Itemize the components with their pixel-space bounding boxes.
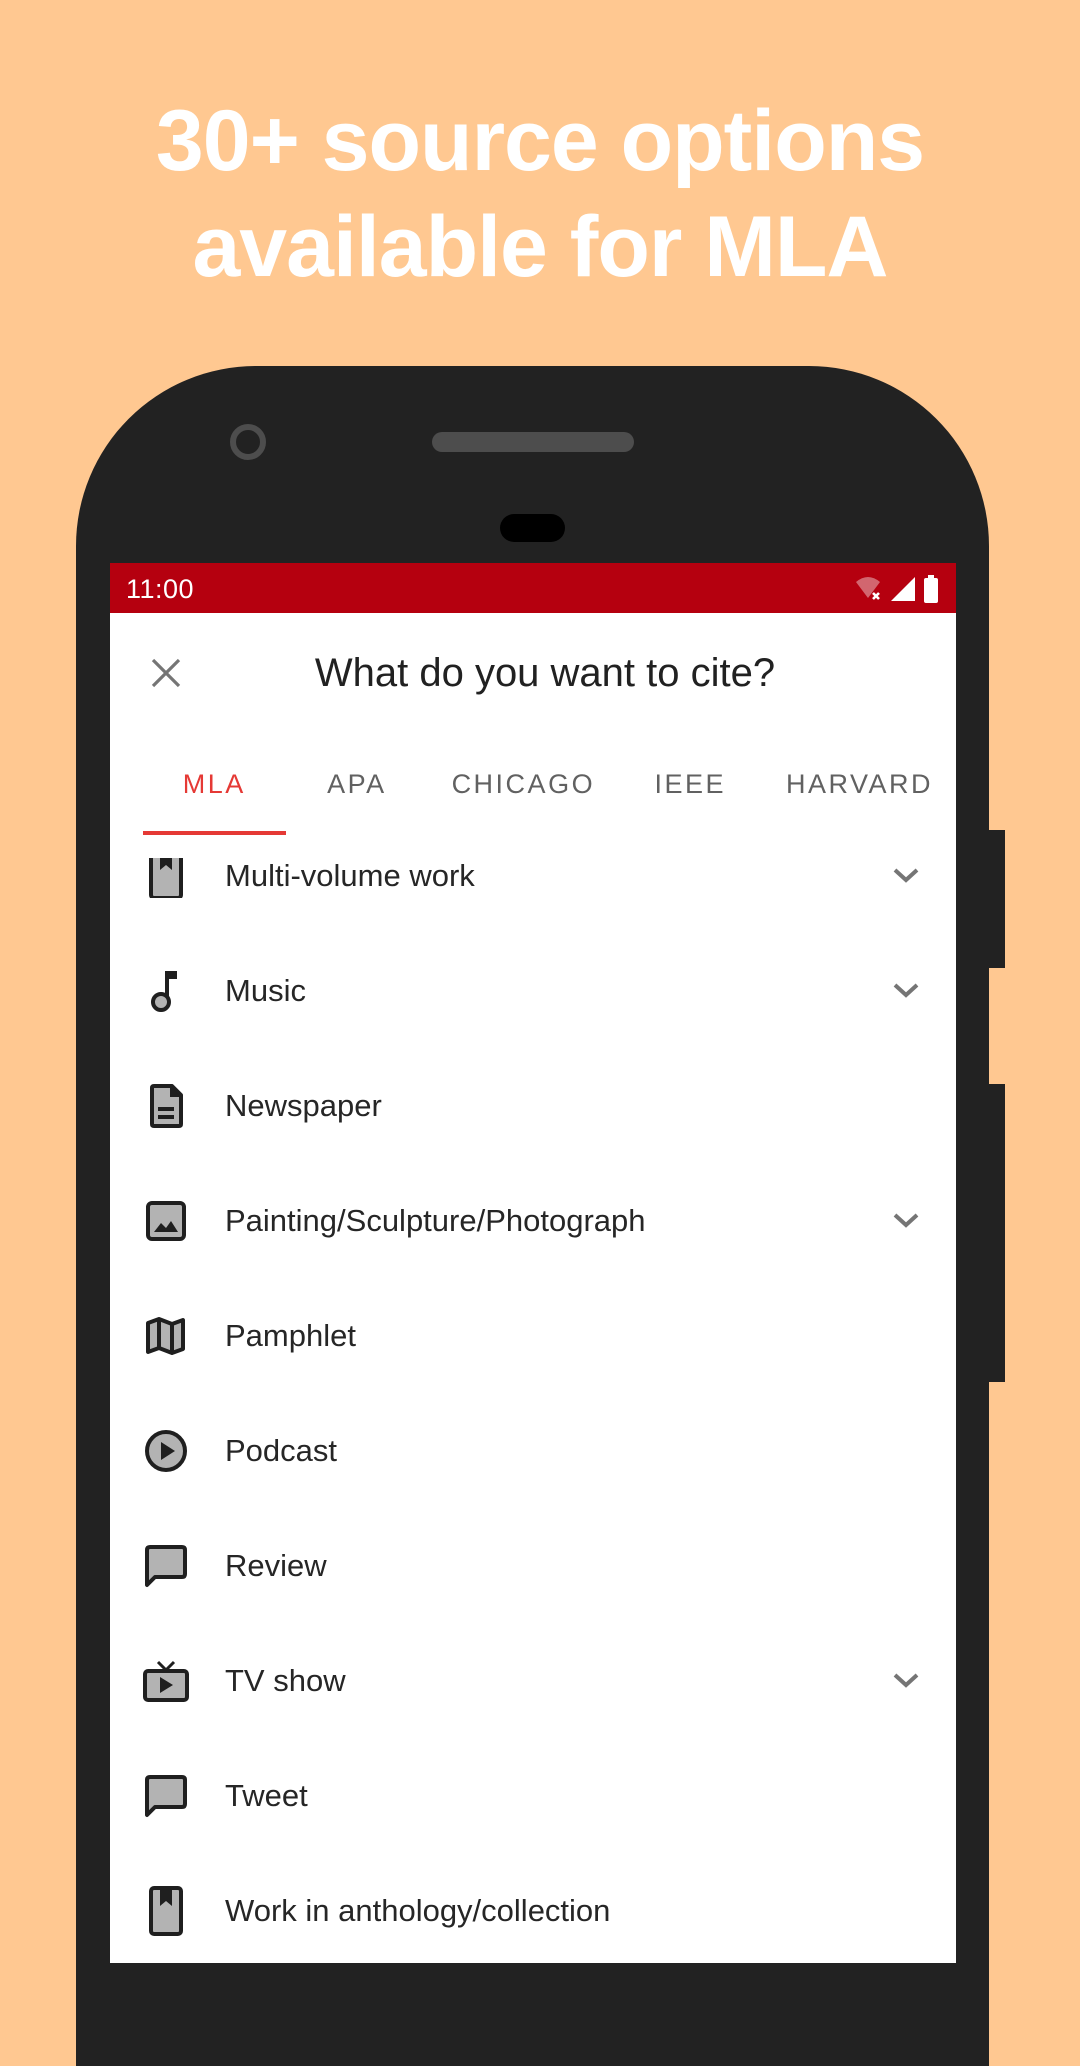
app-bar: What do you want to cite? <box>110 613 956 733</box>
list-item[interactable]: Newspaper <box>110 1048 956 1163</box>
page-title: What do you want to cite? <box>314 651 776 695</box>
list-item-label: Music <box>225 972 306 1008</box>
list-item-label: Review <box>225 1547 327 1583</box>
list-item[interactable]: Review <box>110 1508 956 1623</box>
tv-icon <box>136 1651 196 1711</box>
phone-power-button <box>985 1084 1005 1382</box>
map-icon <box>136 1306 196 1366</box>
list-item[interactable]: Tweet <box>110 1738 956 1853</box>
music-note-icon <box>136 961 196 1021</box>
comment-icon <box>136 1536 196 1596</box>
phone-sensor <box>500 514 565 542</box>
image-icon <box>136 1191 196 1251</box>
list-item-label: Work in anthology/collection <box>225 1892 611 1928</box>
headline-line-2: available for MLA <box>192 199 888 295</box>
list-item-label: Pamphlet <box>225 1317 356 1353</box>
status-icons <box>854 575 940 608</box>
phone-screen: 11:00 What do you want to cite? MLA APA … <box>110 563 956 1963</box>
list-item[interactable]: Painting/Sculpture/Photograph <box>110 1163 956 1278</box>
list-item-label: Newspaper <box>225 1087 382 1123</box>
comment-icon <box>136 1766 196 1826</box>
promo-headline: 30+ source options available for MLA <box>0 88 1080 300</box>
chevron-down-icon[interactable] <box>888 858 924 894</box>
list-item[interactable]: Podcast <box>110 1393 956 1508</box>
list-item-label: Tweet <box>225 1777 308 1813</box>
headline-line-1: 30+ source options <box>155 93 925 189</box>
phone-speaker <box>432 432 634 452</box>
document-icon <box>136 1076 196 1136</box>
phone-camera <box>230 424 266 460</box>
list-item[interactable]: Multi-volume work <box>110 818 956 933</box>
list-item-label: Podcast <box>225 1432 338 1468</box>
battery-icon <box>922 575 940 608</box>
list-item[interactable]: Work in anthology/collection <box>110 1853 956 1963</box>
chevron-down-icon[interactable] <box>888 1663 924 1699</box>
play-circle-icon <box>136 1421 196 1481</box>
chevron-down-icon[interactable] <box>888 973 924 1009</box>
list-item-label: Multi-volume work <box>225 857 475 893</box>
book-bookmark-icon <box>136 858 196 898</box>
chevron-down-icon[interactable] <box>888 1203 924 1239</box>
source-type-list: Multi-volume work Music Newspaper Painti… <box>110 818 956 1963</box>
list-item[interactable]: TV show <box>110 1623 956 1738</box>
list-item-label: TV show <box>225 1662 346 1698</box>
phone-volume-button <box>985 830 1005 968</box>
status-time: 11:00 <box>126 574 195 604</box>
list-item-label: Painting/Sculpture/Photograph <box>225 1202 646 1238</box>
wifi-off-icon <box>854 576 884 607</box>
status-bar: 11:00 <box>110 563 956 613</box>
list-item[interactable]: Music <box>110 933 956 1048</box>
list-item[interactable]: Pamphlet <box>110 1278 956 1393</box>
book-bookmark-icon <box>136 1881 196 1941</box>
cell-signal-icon <box>890 576 916 607</box>
